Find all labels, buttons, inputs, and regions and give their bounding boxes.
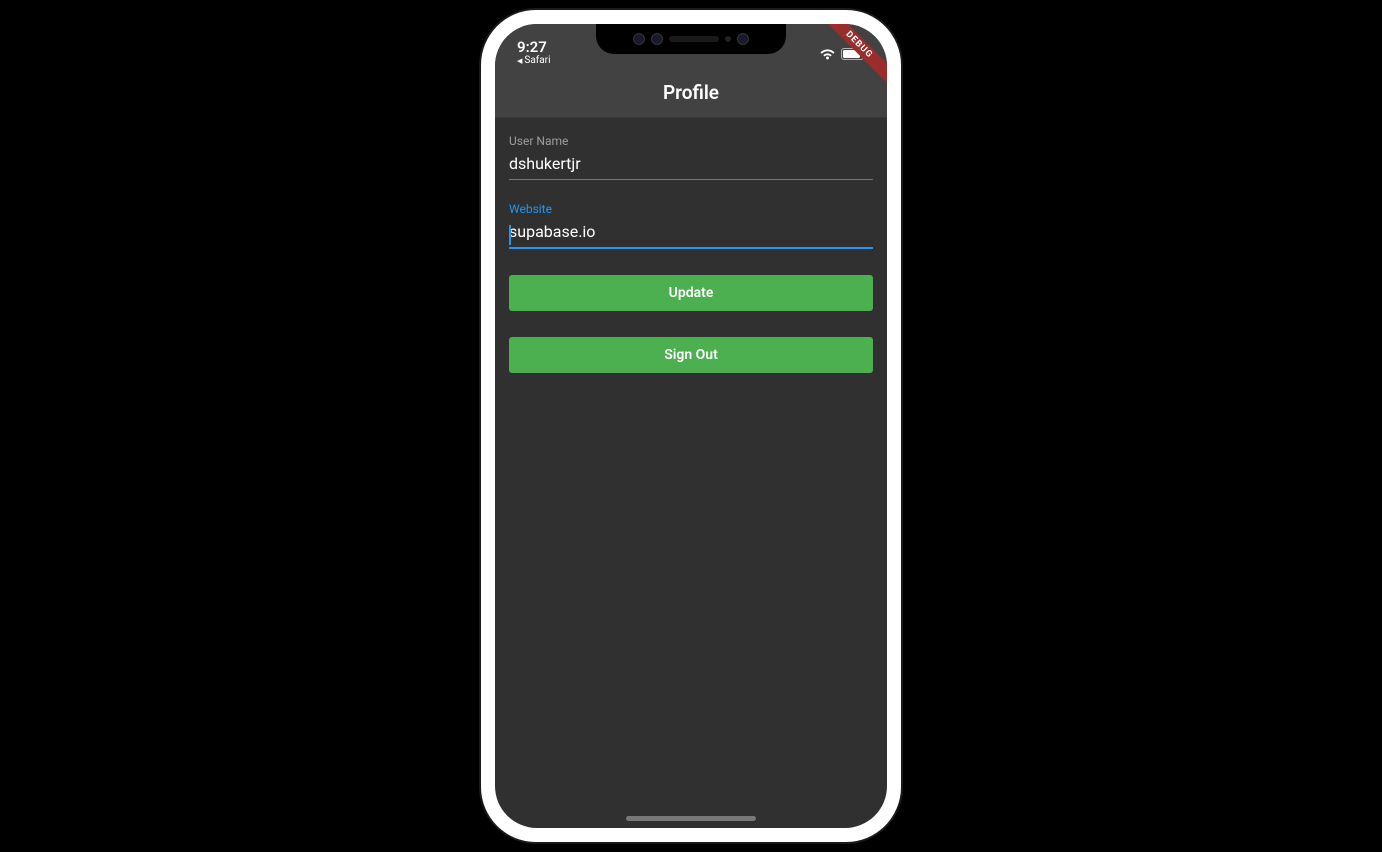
- debug-banner: DEBUG: [817, 24, 887, 94]
- username-label: User Name: [509, 134, 873, 148]
- page-title: Profile: [663, 81, 719, 104]
- home-indicator[interactable]: [626, 816, 756, 821]
- camera-icon: [633, 33, 645, 45]
- camera-icon: [651, 33, 663, 45]
- username-input[interactable]: [509, 150, 873, 179]
- sensor-dot-icon: [725, 36, 731, 42]
- phone-frame: DEBUG 9:27 Safari: [481, 10, 901, 842]
- website-field-container: Website: [509, 202, 873, 249]
- website-input[interactable]: [509, 218, 873, 247]
- back-to-app-label: Safari: [524, 56, 550, 66]
- input-underline: [509, 247, 873, 249]
- notch: [596, 24, 786, 54]
- username-field-container: User Name: [509, 134, 873, 180]
- camera-icon: [737, 33, 749, 45]
- speaker-icon: [669, 36, 719, 42]
- update-button[interactable]: Update: [509, 275, 873, 311]
- sign-out-button[interactable]: Sign Out: [509, 337, 873, 373]
- input-underline: [509, 179, 873, 180]
- status-time: 9:27: [517, 40, 547, 55]
- back-to-app[interactable]: Safari: [517, 56, 551, 66]
- screen: DEBUG 9:27 Safari: [495, 24, 887, 828]
- content: User Name Website Update Sign Out: [495, 118, 887, 389]
- website-label: Website: [509, 202, 873, 216]
- debug-banner-label: DEBUG: [819, 24, 887, 85]
